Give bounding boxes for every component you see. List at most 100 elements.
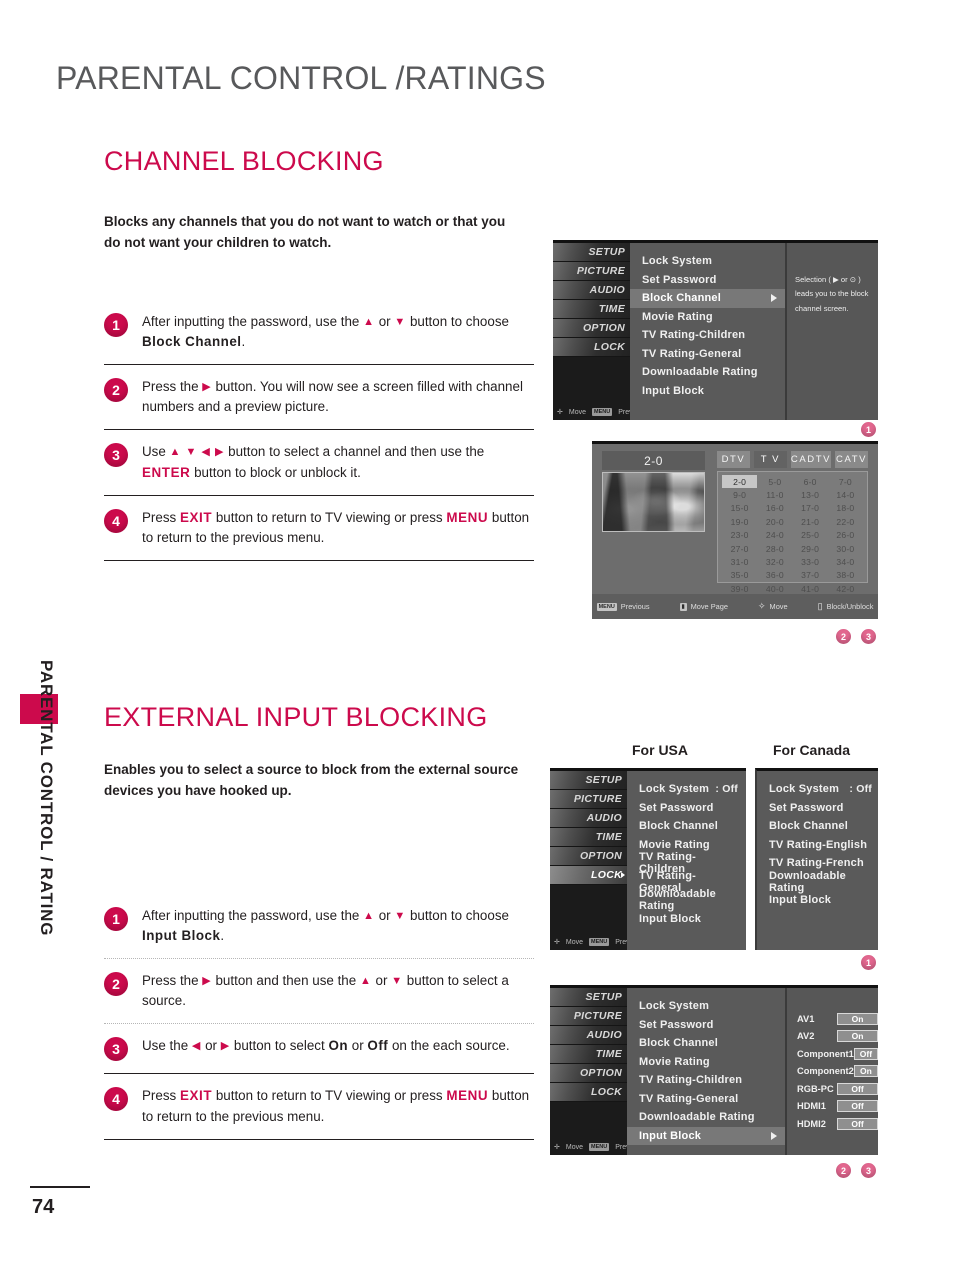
osd-menu-item-lock-system[interactable]: Lock System: Off: [627, 780, 746, 799]
channel-cell[interactable]: 30-0: [828, 542, 863, 555]
channel-cell[interactable]: 11-0: [757, 488, 792, 501]
osd-category-audio[interactable]: AUDIO: [550, 809, 627, 828]
osd-menu-item-block-channel[interactable]: Block Channel: [630, 289, 785, 308]
channel-cell[interactable]: 9-0: [722, 488, 757, 501]
channel-number-grid[interactable]: 2-0 5-0 6-0 7-0 9-0 11-0 13-0 14-0 15-0 16-0 17-0 1…: [717, 471, 868, 603]
channel-cell[interactable]: 2-0: [722, 475, 758, 489]
channel-cell[interactable]: 23-0: [722, 529, 757, 542]
osd-menu-item-block-channel[interactable]: Block Channel: [627, 1034, 785, 1053]
osd-category-picture[interactable]: PICTURE: [550, 790, 627, 809]
osd-menu-item-input-block[interactable]: Input Block: [627, 910, 746, 929]
channel-cell[interactable]: 33-0: [793, 555, 828, 568]
channel-cell[interactable]: 32-0: [757, 555, 792, 568]
channel-cell[interactable]: 34-0: [828, 555, 863, 568]
osd-category-option[interactable]: OPTION: [553, 319, 630, 338]
osd-category-option[interactable]: OPTION: [550, 1064, 627, 1083]
osd-menu-item-downloadable-rating[interactable]: Downloadable Rating: [630, 363, 785, 382]
osd-category-audio[interactable]: AUDIO: [550, 1026, 627, 1045]
channel-tab-cadtv[interactable]: CADTV: [790, 451, 832, 468]
osd-menu-item-tv-rating-english[interactable]: TV Rating-English: [757, 836, 878, 855]
osd-menu-list-input[interactable]: Lock System Set Password Block Channel Movi…: [627, 988, 785, 1155]
osd-menu-item-movie-rating[interactable]: Movie Rating: [630, 308, 785, 327]
osd-menu-list[interactable]: Lock System Set Password Block Channel Movi…: [630, 243, 785, 420]
channel-cell[interactable]: 28-0: [757, 542, 792, 555]
channel-cell[interactable]: 37-0: [793, 569, 828, 582]
osd-category-picture[interactable]: PICTURE: [550, 1007, 627, 1026]
osd-menu-item-lock-system[interactable]: Lock System: [627, 997, 785, 1016]
channel-cell[interactable]: 14-0: [828, 488, 863, 501]
osd-menu-item-set-password[interactable]: Set Password: [627, 1016, 785, 1035]
channel-cell[interactable]: 15-0: [722, 502, 757, 515]
channel-tab-catv[interactable]: CATV: [835, 451, 869, 468]
osd-category-setup[interactable]: SETUP: [550, 771, 627, 790]
osd-menu-item-tv-rating-general[interactable]: TV Rating-General: [627, 1090, 785, 1109]
osd-menu-item-downloadable-rating[interactable]: Downloadable Rating: [627, 1108, 785, 1127]
channel-tab-dtv[interactable]: DTV: [717, 451, 750, 468]
channel-cell[interactable]: 5-0: [757, 475, 792, 488]
osd-menu-item-block-channel[interactable]: Block Channel: [627, 817, 746, 836]
osd-category-lock[interactable]: LOCK: [550, 1083, 627, 1102]
channel-cell[interactable]: 27-0: [722, 542, 757, 555]
input-source-toggle[interactable]: Off: [837, 1082, 878, 1095]
channel-cell[interactable]: 21-0: [793, 515, 828, 528]
osd-category-time[interactable]: TIME: [553, 300, 630, 319]
input-source-toggle[interactable]: On: [837, 1030, 878, 1043]
channel-cell[interactable]: 18-0: [828, 502, 863, 515]
osd-category-lock[interactable]: LOCK: [553, 338, 630, 357]
osd-category-time[interactable]: TIME: [550, 1045, 627, 1064]
osd-category-sidebar[interactable]: SETUP PICTURE AUDIO TIME OPTION LOCK: [553, 243, 630, 420]
osd-menu-item-downloadable-rating[interactable]: Downloadable Rating: [757, 870, 878, 894]
osd-menu-item-input-block[interactable]: Input Block: [630, 382, 785, 401]
channel-source-tabs[interactable]: DTV T V CADTV CATV: [717, 451, 869, 468]
osd-menu-item-set-password[interactable]: Set Password: [630, 271, 785, 290]
input-source-toggle[interactable]: Off: [837, 1117, 878, 1130]
osd-menu-item-input-block[interactable]: Input Block: [757, 891, 878, 910]
channel-cell[interactable]: 35-0: [722, 569, 757, 582]
osd-category-lock[interactable]: LOCK: [550, 866, 627, 885]
input-source-row[interactable]: HDMI1 Off: [787, 1098, 878, 1116]
osd-category-setup[interactable]: SETUP: [550, 988, 627, 1007]
osd-menu-item-lock-system[interactable]: Lock System: [630, 252, 785, 271]
osd-menu-list-canada[interactable]: Lock System: Off Set Password Block Channe…: [757, 771, 878, 950]
channel-cell[interactable]: 6-0: [793, 475, 828, 488]
osd-menu-item-block-channel[interactable]: Block Channel: [757, 817, 878, 836]
osd-menu-item-set-password[interactable]: Set Password: [757, 799, 878, 818]
channel-cell[interactable]: 36-0: [757, 569, 792, 582]
input-source-toggle[interactable]: Off: [837, 1100, 878, 1113]
osd-category-picture[interactable]: PICTURE: [553, 262, 630, 281]
channel-cell[interactable]: 31-0: [722, 555, 757, 568]
channel-cell[interactable]: 13-0: [793, 488, 828, 501]
channel-tab-tv[interactable]: T V: [753, 451, 787, 468]
osd-menu-item-input-block[interactable]: Input Block: [627, 1126, 785, 1145]
input-source-toggle[interactable]: On: [837, 1012, 878, 1025]
channel-cell[interactable]: 24-0: [757, 529, 792, 542]
input-source-row[interactable]: AV1 On: [787, 1010, 878, 1028]
osd-category-sidebar-usa[interactable]: SETUP PICTURE AUDIO TIME OPTION LOCK: [550, 771, 627, 950]
channel-cell[interactable]: 26-0: [828, 529, 863, 542]
channel-cell[interactable]: 22-0: [828, 515, 863, 528]
channel-cell[interactable]: 19-0: [722, 515, 757, 528]
osd-menu-item-downloadable-rating[interactable]: Downloadable Rating: [627, 888, 746, 912]
osd-menu-item-movie-rating[interactable]: Movie Rating: [627, 1053, 785, 1072]
channel-cell[interactable]: 17-0: [793, 502, 828, 515]
osd-menu-item-tv-rating-children[interactable]: TV Rating-Children: [630, 326, 785, 345]
osd-category-option[interactable]: OPTION: [550, 847, 627, 866]
input-source-list[interactable]: AV1 On AV2 On Component1 Off Component2 On RGB-P…: [785, 988, 878, 1155]
osd-category-time[interactable]: TIME: [550, 828, 627, 847]
channel-cell[interactable]: 29-0: [793, 542, 828, 555]
input-source-row[interactable]: Component1 Off: [787, 1045, 878, 1063]
osd-menu-item-lock-system[interactable]: Lock System: Off: [757, 780, 878, 799]
osd-category-sidebar-input[interactable]: SETUP PICTURE AUDIO TIME OPTION LOCK: [550, 988, 627, 1155]
osd-menu-list-usa[interactable]: Lock System: Off Set Password Block Channe…: [627, 771, 746, 950]
channel-cell[interactable]: 38-0: [828, 569, 863, 582]
input-source-toggle[interactable]: Off: [853, 1047, 878, 1060]
input-source-row[interactable]: AV2 On: [787, 1028, 878, 1046]
input-source-row[interactable]: Component2 On: [787, 1063, 878, 1081]
input-source-row[interactable]: RGB-PC Off: [787, 1080, 878, 1098]
input-source-row[interactable]: HDMI2 Off: [787, 1115, 878, 1133]
input-source-toggle[interactable]: On: [853, 1065, 878, 1078]
osd-menu-item-tv-rating-children[interactable]: TV Rating-Children: [627, 1071, 785, 1090]
channel-cell[interactable]: 16-0: [757, 502, 792, 515]
osd-category-setup[interactable]: SETUP: [553, 243, 630, 262]
osd-menu-item-set-password[interactable]: Set Password: [627, 799, 746, 818]
